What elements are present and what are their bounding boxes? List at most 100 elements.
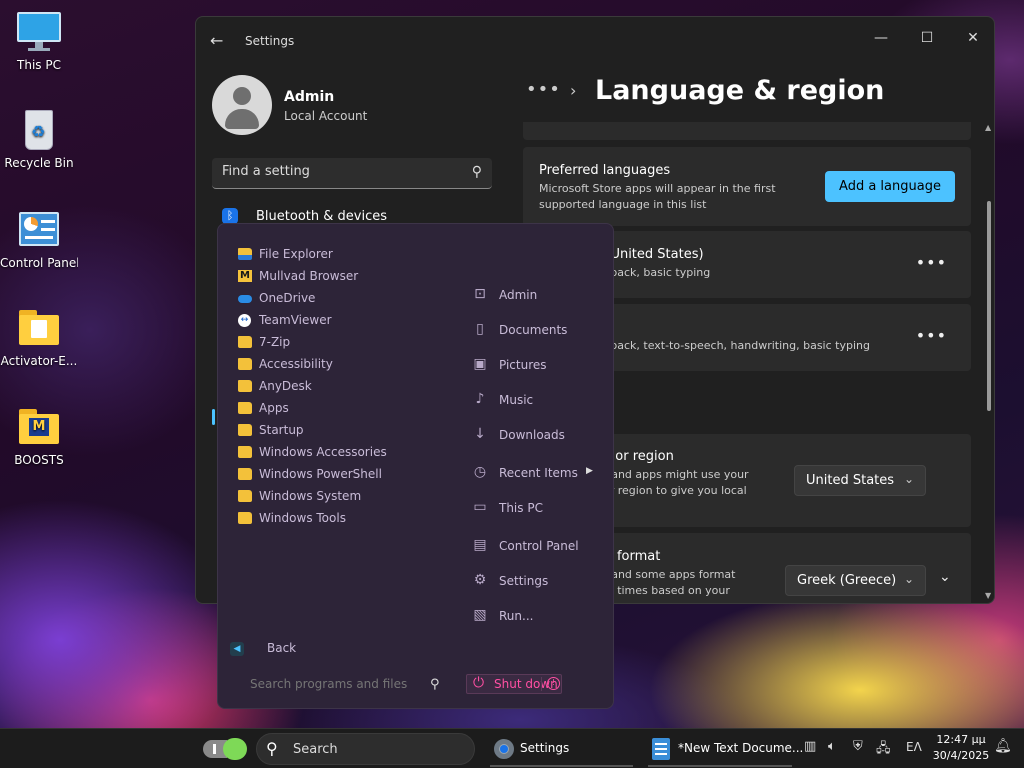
profile-name: Admin [284,89,335,105]
desktop-icon-label: Activator-E... [0,354,78,368]
preferred-languages-desc: Microsoft Store apps will appear in the … [539,182,776,195]
run-icon: ▧ [473,607,487,623]
link-label: Pictures [499,358,547,372]
taskbar-search-label: Search [293,742,338,757]
link-label: Downloads [499,428,565,442]
avatar-icon [212,75,272,135]
start-search-input[interactable] [250,677,450,691]
shutdown-options-icon[interactable]: ! [547,677,560,690]
shutdown-button[interactable]: ⏻ Shut down ! [466,674,562,694]
more-breadcrumb-icon[interactable]: ••• [526,79,561,100]
desktop-icon-boosts[interactable]: M BOOSTS [0,405,78,467]
app-label: File Explorer [259,247,333,261]
back-label: Back [267,641,297,655]
taskbar-app-label: Settings [520,741,570,755]
teamviewer-icon: ↔ [238,314,251,327]
bluetooth-icon: ᛒ [222,208,238,224]
folder-icon [238,336,252,348]
expand-chevron-icon[interactable]: ⌄ [939,569,951,585]
app-label: AnyDesk [259,379,312,393]
folder-icon [238,358,252,370]
language-features: ge pack, text-to-speech, handwriting, ba… [593,339,870,352]
app-label: 7-Zip [259,335,291,349]
more-options-icon[interactable]: ••• [916,326,947,345]
link-recent-items[interactable]: ◷ Recent Items ▶ [471,463,595,485]
start-toggle-button[interactable] [203,738,247,760]
clock-icon: ◷ [473,464,487,480]
add-language-button[interactable]: Add a language [825,171,955,202]
document-icon: ▯ [476,321,484,337]
minimize-button[interactable]: — [858,23,904,53]
app-label: Windows PowerShell [259,467,382,481]
app-label: Mullvad Browser [259,269,359,283]
maximize-button[interactable]: ☐ [904,23,950,53]
folder-icon [238,446,252,458]
onedrive-icon [238,295,252,303]
chevron-right-icon: › [570,81,577,100]
user-profile[interactable]: Admin Local Account [212,75,367,135]
picture-icon: ▣ [473,356,487,372]
power-icon: ⏻ [473,675,485,691]
folder-icon [238,512,252,524]
recycle-bin-icon: ♻ [17,108,61,152]
user-folder-icon: ⊡ [474,286,486,302]
desktop-icon-recycle-bin[interactable]: ♻ Recycle Bin [0,108,78,170]
start-menu: File Explorer M Mullvad Browser OneDrive … [217,223,614,709]
nav-item-label: Bluetooth & devices [256,209,387,224]
folder-icon [17,306,61,350]
find-setting-search: ⚲ [212,158,492,189]
clock-date: 30/4/2025 [932,749,990,762]
close-button[interactable]: ✕ [950,23,994,53]
nav-selection-indicator [212,409,215,425]
taskbar: ⚲ Search Settings *New Text Docume... ▥ … [0,728,1024,768]
network-icon[interactable]: 🖧︎ [876,739,891,761]
file-explorer-icon [238,248,252,260]
scrollbar-thumb[interactable] [987,201,991,411]
link-label: Run... [499,609,534,623]
app-label: TeamViewer [259,313,332,327]
scroll-down-icon[interactable]: ▼ [985,591,991,600]
more-options-icon[interactable]: ••• [916,253,947,272]
folder-icon [238,468,252,480]
preferred-languages-desc: supported language in this list [539,198,707,211]
search-icon: ⚲ [430,677,440,692]
clock[interactable]: 12:47 μμ 30/4/2025 [932,732,990,764]
country-dropdown[interactable]: United States ⌄ [794,465,926,496]
running-indicator [490,765,633,767]
regional-format-dropdown[interactable]: Greek (Greece) ⌄ [785,565,926,596]
title-bar: ← Settings — ☐ ✕ [196,17,994,65]
security-icon[interactable]: ⛨ [853,739,863,754]
desktop-icon-label: Recycle Bin [4,156,74,170]
vmware-tray-icon[interactable]: ▥ [804,739,816,754]
preferred-languages-title: Preferred languages [539,163,671,178]
preferred-languages-card: Preferred languages Microsoft Store apps… [523,147,971,226]
desktop-icon-activator[interactable]: Activator-E... [0,306,78,368]
mullvad-browser-icon: M [238,270,252,282]
input-language[interactable]: ΕΛ [906,740,922,754]
country-region-desc: ws and apps might use your [593,468,749,481]
regional-format-value: Greek (Greece) [797,573,897,588]
desktop-icon-control-panel[interactable]: Control Panel [0,208,78,270]
scrollbar[interactable]: ▲ ▼ [985,123,992,601]
desktop-icon-this-pc[interactable]: This PC [0,10,78,72]
taskbar-search[interactable]: ⚲ Search [256,733,475,765]
taskbar-app-notepad[interactable]: *New Text Docume... [648,731,803,767]
back-arrow-icon[interactable]: ← [210,31,223,50]
volume-icon[interactable]: 🔈︎ [828,739,836,754]
folder-icon [238,402,252,414]
app-label: OneDrive [259,291,316,305]
previous-card-fragment [523,122,971,140]
app-label: Accessibility [259,357,333,371]
folder-icon [238,424,252,436]
link-label: Settings [499,574,549,588]
scroll-up-icon[interactable]: ▲ [985,123,991,132]
music-note-icon: ♪ [475,391,485,407]
regional-format-desc: ws and some apps format [593,568,736,581]
search-icon: ⚲ [471,164,482,180]
find-setting-input[interactable] [222,164,452,179]
link-label: Control Panel [499,539,579,553]
taskbar-app-settings[interactable]: Settings [490,731,633,767]
notification-bell-icon[interactable]: 🔔︎ [994,738,1012,754]
window-title: Settings [245,34,295,48]
page-title: Language & region [595,75,885,106]
